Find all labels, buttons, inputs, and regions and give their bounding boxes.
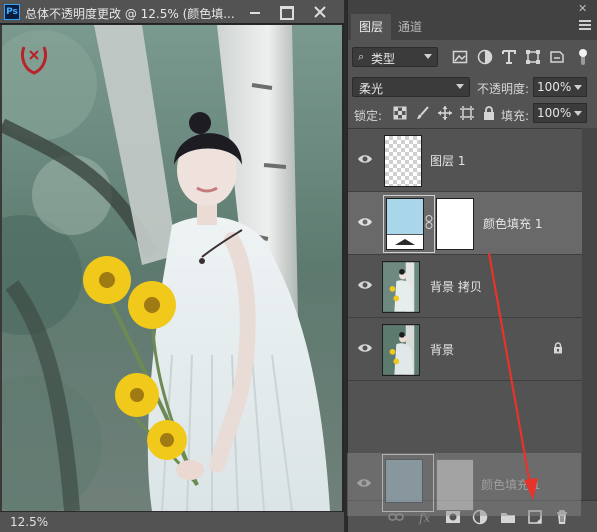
close-button[interactable] bbox=[307, 1, 333, 23]
lock-all-icon[interactable] bbox=[481, 105, 497, 121]
lock-image-pixels-icon[interactable] bbox=[415, 105, 431, 121]
document-title: 总体不透明度更改 @ 12.5% (颜色填... bbox=[25, 7, 235, 21]
adjustment-filter-icon[interactable] bbox=[477, 49, 493, 65]
ghost-mask-thumbnail bbox=[436, 459, 474, 511]
opacity-label: 不透明度: bbox=[477, 82, 530, 96]
document-window: Ps 总体不透明度更改 @ 12.5% (颜色填... 12.5% bbox=[0, 0, 344, 532]
layer-row-layer-1[interactable]: 图层 1 bbox=[348, 129, 582, 192]
minimize-button[interactable] bbox=[242, 1, 268, 23]
zoom-level[interactable]: 12.5% bbox=[10, 515, 48, 529]
tab-layers[interactable]: 图层 bbox=[351, 14, 392, 40]
opacity-value: 100% bbox=[537, 80, 572, 94]
panel-tab-bar: 图层 通道 ✕ bbox=[348, 0, 597, 40]
layer-filter-dropdown[interactable]: ⌕ 类型 bbox=[352, 47, 438, 67]
blend-mode-value: 柔光 bbox=[359, 82, 384, 96]
maximize-button[interactable] bbox=[273, 1, 299, 23]
triangle-icon bbox=[395, 239, 415, 245]
layer-name[interactable]: 颜色填充 1 bbox=[483, 215, 542, 232]
status-bar: 12.5% bbox=[0, 511, 344, 532]
chevron-down-icon bbox=[424, 54, 432, 59]
eye-icon[interactable] bbox=[357, 216, 373, 228]
layer-thumbnail bbox=[382, 261, 420, 313]
lock-artboard-icon[interactable] bbox=[459, 105, 475, 121]
image-filter-icon[interactable] bbox=[452, 49, 468, 65]
layer-filter-value: 类型 bbox=[371, 52, 396, 66]
photo-girl-sunflowers bbox=[2, 25, 342, 511]
lock-transparent-pixels-icon[interactable] bbox=[392, 105, 408, 121]
shape-filter-icon[interactable] bbox=[525, 49, 541, 65]
layer-row-background[interactable]: 背景 bbox=[348, 318, 582, 381]
eye-icon[interactable] bbox=[357, 279, 373, 291]
chevron-down-icon bbox=[456, 84, 464, 89]
blend-mode-dropdown[interactable]: 柔光 bbox=[352, 77, 470, 97]
fill-value: 100% bbox=[537, 106, 572, 120]
photoshop-logo-icon: Ps bbox=[4, 4, 20, 20]
layer-name[interactable]: 图层 1 bbox=[430, 152, 465, 169]
eye-icon[interactable] bbox=[357, 342, 373, 354]
lock-label: 锁定: bbox=[354, 109, 383, 123]
layer-row-color-fill-1[interactable]: 颜色填充 1 bbox=[348, 192, 582, 255]
image-canvas[interactable] bbox=[2, 25, 342, 511]
opacity-input[interactable]: 100% bbox=[533, 77, 587, 97]
tab-channels[interactable]: 通道 bbox=[390, 14, 430, 40]
dragged-layer-preview: 颜色填充 1 bbox=[347, 453, 581, 516]
link-chain-icon[interactable] bbox=[425, 215, 433, 229]
fill-color-thumbnail[interactable] bbox=[386, 198, 424, 250]
lock-position-icon[interactable] bbox=[437, 105, 453, 121]
layer-mask-thumbnail[interactable] bbox=[436, 198, 474, 250]
ghost-fill-thumbnail bbox=[385, 459, 423, 503]
smart-object-filter-icon[interactable] bbox=[549, 49, 565, 65]
layer-name[interactable]: 背景 bbox=[430, 341, 454, 358]
document-titlebar[interactable]: Ps 总体不透明度更改 @ 12.5% (颜色填... bbox=[0, 0, 344, 24]
layers-scrollbar[interactable] bbox=[582, 128, 597, 500]
fill-input[interactable]: 100% bbox=[533, 103, 587, 123]
type-filter-icon[interactable] bbox=[501, 49, 517, 65]
fill-label: 填充: bbox=[501, 109, 530, 123]
eye-icon bbox=[357, 479, 371, 487]
fill-color-swatch bbox=[387, 199, 423, 235]
filter-toggle-icon[interactable] bbox=[578, 48, 588, 66]
lock-icon[interactable] bbox=[553, 342, 563, 354]
layer-thumbnail bbox=[382, 324, 420, 376]
chevron-down-icon[interactable] bbox=[574, 111, 582, 116]
panel-close-icon[interactable]: ✕ bbox=[578, 2, 587, 15]
search-icon: ⌕ bbox=[358, 50, 365, 63]
panel-menu-icon[interactable] bbox=[579, 20, 591, 30]
ghost-layer-name: 颜色填充 1 bbox=[481, 478, 541, 492]
layer-thumbnail bbox=[384, 135, 422, 187]
layer-name[interactable]: 背景 拷贝 bbox=[430, 278, 482, 295]
layer-row-background-copy[interactable]: 背景 拷贝 bbox=[348, 255, 582, 318]
eye-icon[interactable] bbox=[357, 153, 373, 165]
close-icon bbox=[314, 6, 326, 18]
layers-list: 图层 1 颜色填充 1 背景 拷贝 背景 bbox=[348, 128, 597, 500]
chevron-down-icon[interactable] bbox=[574, 85, 582, 90]
